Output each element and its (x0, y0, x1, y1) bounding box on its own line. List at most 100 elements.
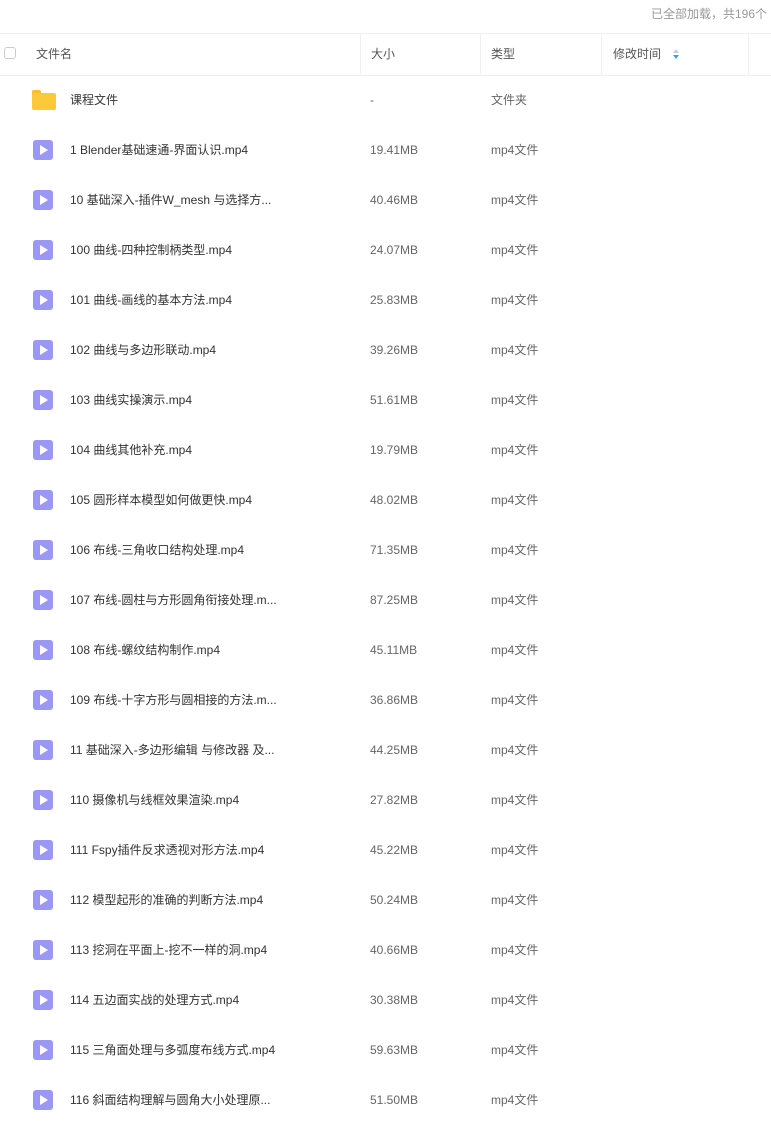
file-type: mp4文件 (491, 343, 539, 357)
file-type: mp4文件 (491, 1093, 539, 1107)
file-list: 课程文件 - 文件夹 1 Blender基础速通-界面认识.mp4 19.41MB mp4… (0, 75, 771, 1125)
file-row[interactable]: 109 布线-十字方形与圆相接的方法.m... 36.86MB mp4文件 (0, 675, 771, 725)
video-file-icon (33, 240, 53, 260)
file-name[interactable]: 114 五边面实战的处理方式.mp4 (70, 975, 239, 1025)
file-row[interactable]: 110 摄像机与线框效果渲染.mp4 27.82MB mp4文件 (0, 775, 771, 825)
file-row[interactable]: 102 曲线与多边形联动.mp4 39.26MB mp4文件 (0, 325, 771, 375)
select-all-checkbox[interactable] (4, 47, 16, 59)
file-size: 48.02MB (370, 493, 419, 507)
video-file-icon (33, 790, 53, 810)
file-row[interactable]: 10 基础深入-插件W_mesh 与选择方... 40.46MB mp4文件 (0, 175, 771, 225)
file-row[interactable]: 1 Blender基础速通-界面认识.mp4 19.41MB mp4文件 (0, 125, 771, 175)
file-name[interactable]: 107 布线-圆柱与方形圆角衔接处理.m... (70, 575, 277, 625)
file-name[interactable]: 116 斜面结构理解与圆角大小处理原... (70, 1075, 270, 1125)
file-row[interactable]: 115 三角面处理与多弧度布线方式.mp4 59.63MB mp4文件 (0, 1025, 771, 1075)
file-type: mp4文件 (491, 943, 539, 957)
file-name[interactable]: 112 模型起形的准确的判断方法.mp4 (70, 875, 263, 925)
file-row[interactable]: 105 圆形样本模型如何做更快.mp4 48.02MB mp4文件 (0, 475, 771, 525)
file-name[interactable]: 105 圆形样本模型如何做更快.mp4 (70, 475, 252, 525)
video-file-icon (33, 640, 53, 660)
file-type: 文件夹 (491, 93, 528, 107)
column-header-size[interactable]: 大小 (360, 34, 480, 75)
video-file-icon (33, 840, 53, 860)
file-row[interactable]: 103 曲线实操演示.mp4 51.61MB mp4文件 (0, 375, 771, 425)
column-header-name[interactable]: 文件名 (36, 34, 72, 75)
video-file-icon (33, 1040, 53, 1060)
file-name[interactable]: 113 挖洞在平面上-挖不一样的洞.mp4 (70, 925, 267, 975)
file-size: 40.66MB (370, 943, 419, 957)
sort-arrows-icon[interactable] (672, 48, 680, 60)
file-name[interactable]: 109 布线-十字方形与圆相接的方法.m... (70, 675, 277, 725)
file-size: 25.83MB (370, 293, 419, 307)
file-name[interactable]: 115 三角面处理与多弧度布线方式.mp4 (70, 1025, 275, 1075)
file-type: mp4文件 (491, 643, 539, 657)
video-file-icon (33, 390, 53, 410)
column-header-modified[interactable]: 修改时间 (601, 34, 749, 75)
file-size: 40.46MB (370, 193, 419, 207)
file-row[interactable]: 113 挖洞在平面上-挖不一样的洞.mp4 40.66MB mp4文件 (0, 925, 771, 975)
video-file-icon (33, 140, 53, 160)
video-file-icon (33, 690, 53, 710)
video-file-icon (33, 190, 53, 210)
file-row[interactable]: 106 布线-三角收口结构处理.mp4 71.35MB mp4文件 (0, 525, 771, 575)
file-row[interactable]: 101 曲线-画线的基本方法.mp4 25.83MB mp4文件 (0, 275, 771, 325)
file-size: - (370, 93, 374, 107)
file-size: 45.11MB (370, 643, 418, 657)
file-row[interactable]: 100 曲线-四种控制柄类型.mp4 24.07MB mp4文件 (0, 225, 771, 275)
file-size: 44.25MB (370, 743, 419, 757)
file-row[interactable]: 114 五边面实战的处理方式.mp4 30.38MB mp4文件 (0, 975, 771, 1025)
file-name[interactable]: 102 曲线与多边形联动.mp4 (70, 325, 216, 375)
file-type: mp4文件 (491, 993, 539, 1007)
file-row[interactable]: 107 布线-圆柱与方形圆角衔接处理.m... 87.25MB mp4文件 (0, 575, 771, 625)
file-size: 51.61MB (370, 393, 419, 407)
file-type: mp4文件 (491, 1043, 539, 1057)
video-file-icon (33, 590, 53, 610)
file-name[interactable]: 11 基础深入-多边形编辑 与修改器 及... (70, 725, 274, 775)
file-type: mp4文件 (491, 843, 539, 857)
file-row[interactable]: 11 基础深入-多边形编辑 与修改器 及... 44.25MB mp4文件 (0, 725, 771, 775)
file-name[interactable]: 108 布线-螺纹结构制作.mp4 (70, 625, 220, 675)
file-name[interactable]: 10 基础深入-插件W_mesh 与选择方... (70, 175, 271, 225)
file-size: 51.50MB (370, 1093, 419, 1107)
file-type: mp4文件 (491, 593, 539, 607)
file-name[interactable]: 106 布线-三角收口结构处理.mp4 (70, 525, 244, 575)
folder-row[interactable]: 课程文件 - 文件夹 (0, 75, 771, 125)
file-name[interactable]: 1 Blender基础速通-界面认识.mp4 (70, 125, 248, 175)
file-name[interactable]: 103 曲线实操演示.mp4 (70, 375, 192, 425)
file-size: 19.79MB (370, 443, 419, 457)
column-header-type[interactable]: 类型 (480, 34, 601, 75)
file-row[interactable]: 111 Fspy插件反求透视对形方法.mp4 45.22MB mp4文件 (0, 825, 771, 875)
file-size: 39.26MB (370, 343, 419, 357)
file-row[interactable]: 104 曲线其他补充.mp4 19.79MB mp4文件 (0, 425, 771, 475)
file-size: 71.35MB (370, 543, 419, 557)
video-file-icon (33, 740, 53, 760)
file-name[interactable]: 104 曲线其他补充.mp4 (70, 425, 192, 475)
file-type: mp4文件 (491, 293, 539, 307)
file-row[interactable]: 108 布线-螺纹结构制作.mp4 45.11MB mp4文件 (0, 625, 771, 675)
folder-icon (32, 89, 56, 111)
file-size: 19.41MB (370, 143, 419, 157)
file-name[interactable]: 111 Fspy插件反求透视对形方法.mp4 (70, 825, 264, 875)
file-type: mp4文件 (491, 493, 539, 507)
file-size: 50.24MB (370, 893, 419, 907)
file-name[interactable]: 110 摄像机与线框效果渲染.mp4 (70, 775, 239, 825)
file-type: mp4文件 (491, 143, 539, 157)
file-name[interactable]: 100 曲线-四种控制柄类型.mp4 (70, 225, 232, 275)
file-list-header: 文件名 大小 类型 修改时间 (0, 33, 771, 76)
file-type: mp4文件 (491, 743, 539, 757)
file-name[interactable]: 101 曲线-画线的基本方法.mp4 (70, 275, 232, 325)
video-file-icon (33, 440, 53, 460)
video-file-icon (33, 990, 53, 1010)
file-type: mp4文件 (491, 893, 539, 907)
file-size: 27.82MB (370, 793, 419, 807)
file-name[interactable]: 课程文件 (70, 75, 118, 125)
file-size: 87.25MB (370, 593, 419, 607)
file-row[interactable]: 112 模型起形的准确的判断方法.mp4 50.24MB mp4文件 (0, 875, 771, 925)
file-type: mp4文件 (491, 393, 539, 407)
video-file-icon (33, 1090, 53, 1110)
video-file-icon (33, 490, 53, 510)
video-file-icon (33, 940, 53, 960)
file-row[interactable]: 116 斜面结构理解与圆角大小处理原... 51.50MB mp4文件 (0, 1075, 771, 1125)
file-size: 59.63MB (370, 1043, 419, 1057)
file-type: mp4文件 (491, 693, 539, 707)
